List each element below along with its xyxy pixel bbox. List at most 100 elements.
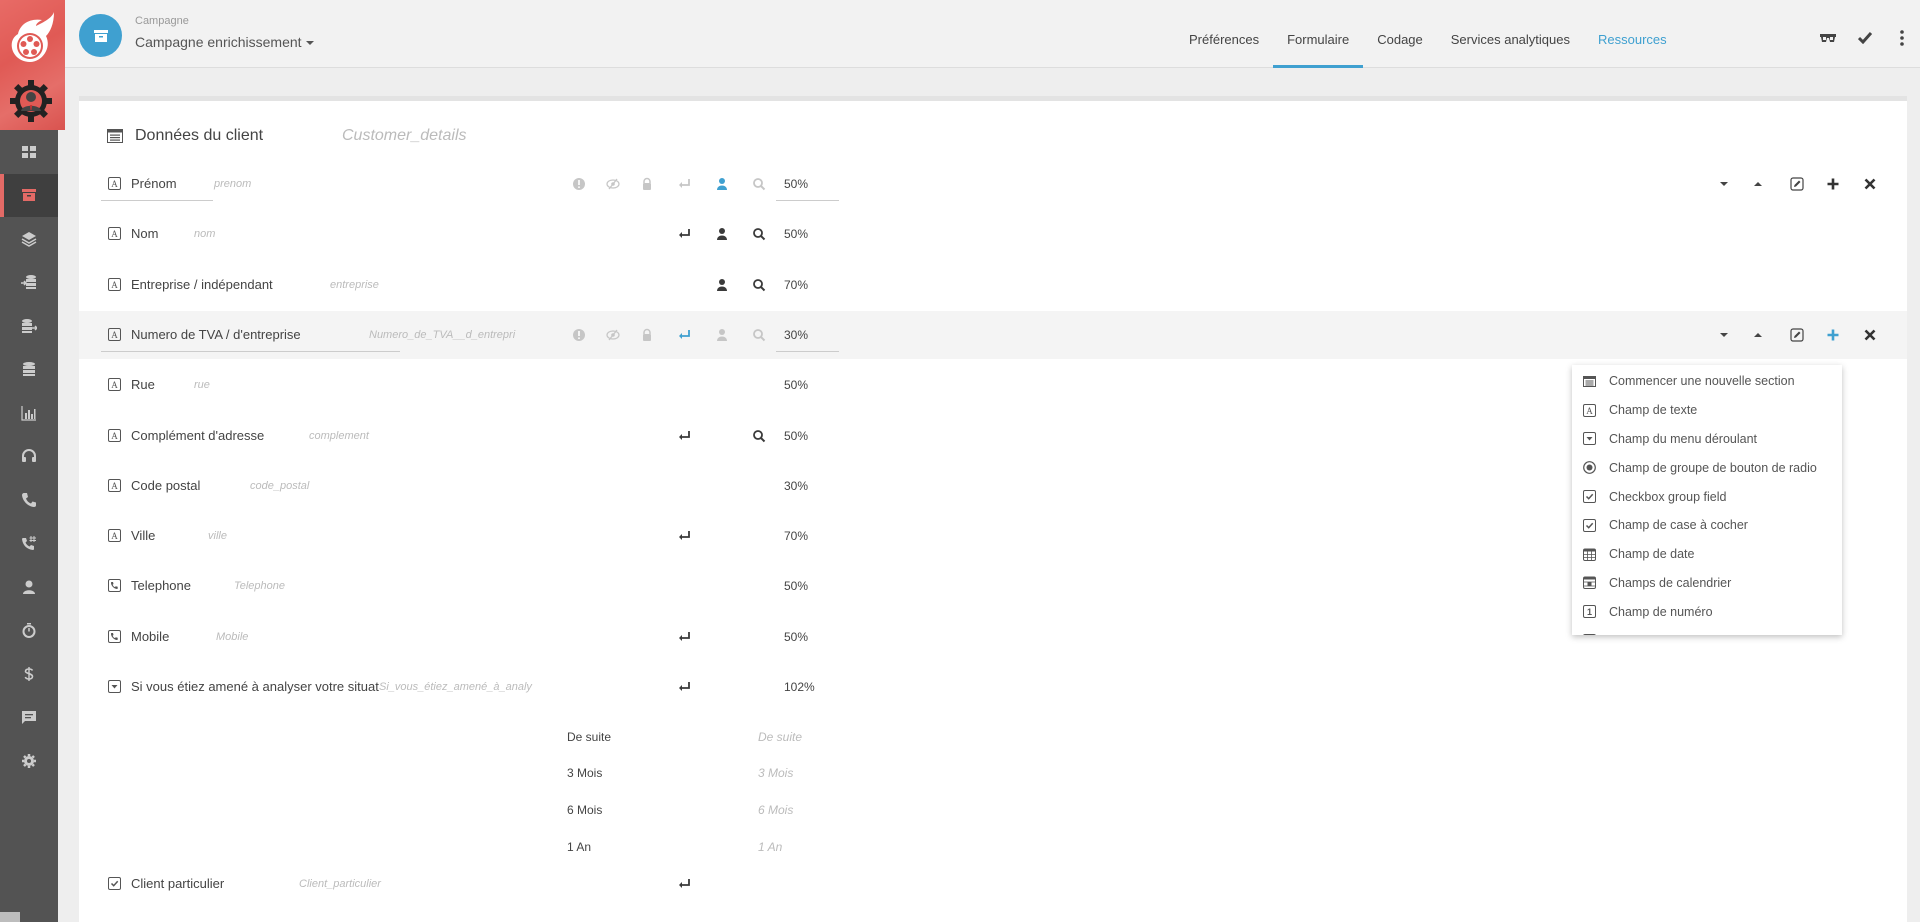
sidebar-item-support[interactable] bbox=[0, 435, 58, 479]
move-down-button[interactable] bbox=[1716, 327, 1732, 343]
field-row[interactable]: Si vous étiez amené à analyser votre sit… bbox=[79, 663, 1907, 711]
field-width[interactable]: 30% bbox=[784, 328, 808, 342]
menu-item[interactable]: 1 Champ de numéro bbox=[1572, 597, 1842, 626]
move-up-button[interactable] bbox=[1750, 176, 1766, 192]
more-button[interactable] bbox=[1883, 23, 1920, 53]
save-button[interactable] bbox=[1846, 23, 1883, 53]
field-row[interactable]: A Entreprise / indépendant entreprise 70% bbox=[79, 261, 1907, 309]
campaign-selector[interactable]: Campagne enrichissement bbox=[135, 34, 314, 50]
sidebar-item-database[interactable] bbox=[0, 348, 58, 392]
sidebar-item-export[interactable] bbox=[0, 304, 58, 348]
sidebar-item-layers[interactable] bbox=[0, 217, 58, 261]
sidebar-item-dashboard[interactable] bbox=[0, 130, 58, 174]
layers-icon bbox=[21, 231, 37, 247]
menu-item-label: Champ de texte bbox=[1609, 403, 1698, 418]
add-field-button[interactable] bbox=[1825, 327, 1841, 343]
hidden-toggle[interactable] bbox=[606, 177, 620, 191]
newline-icon bbox=[679, 330, 690, 339]
search-toggle[interactable] bbox=[752, 328, 766, 342]
tab-coding[interactable]: Codage bbox=[1363, 0, 1437, 68]
menu-item[interactable]: Champ de groupe de bouton de radio bbox=[1572, 453, 1842, 482]
newline-toggle[interactable] bbox=[677, 680, 691, 694]
field-row[interactable]: A Numero de TVA / d'entreprise Numero_de_T… bbox=[79, 311, 1907, 359]
header-actions bbox=[1809, 0, 1920, 68]
user-toggle[interactable] bbox=[715, 328, 729, 342]
menu-item-label: Commencer une nouvelle section bbox=[1609, 374, 1795, 389]
move-up-button[interactable] bbox=[1750, 327, 1766, 343]
search-toggle[interactable] bbox=[752, 177, 766, 191]
field-row[interactable]: A Nom nom 50% bbox=[79, 210, 1907, 258]
field-width[interactable]: 50% bbox=[784, 177, 808, 191]
newline-toggle[interactable] bbox=[677, 877, 691, 891]
more-vert-icon bbox=[1899, 30, 1904, 46]
sidebar-nav bbox=[0, 130, 58, 783]
menu-item[interactable]: Champs de calendrier bbox=[1572, 569, 1842, 598]
field-row[interactable]: Client particulier Client_particulier bbox=[79, 860, 1907, 908]
tab-form[interactable]: Formulaire bbox=[1273, 0, 1364, 68]
calendar-icon bbox=[1583, 576, 1596, 590]
required-toggle[interactable] bbox=[572, 177, 586, 191]
field-label[interactable]: Prénom bbox=[131, 176, 177, 191]
user-toggle[interactable] bbox=[715, 227, 729, 241]
database-icon bbox=[23, 362, 35, 377]
sidebar-item-users[interactable] bbox=[0, 565, 58, 609]
sidebar-item-campaigns[interactable] bbox=[0, 173, 58, 217]
sidebar-item-import[interactable] bbox=[0, 261, 58, 305]
hidden-toggle[interactable] bbox=[606, 328, 620, 342]
required-toggle[interactable] bbox=[572, 328, 586, 342]
delete-button[interactable] bbox=[1862, 327, 1878, 343]
phone-field-icon bbox=[108, 579, 121, 592]
tab-preferences[interactable]: Préférences bbox=[1175, 0, 1273, 68]
tab-analytics[interactable]: Services analytiques bbox=[1437, 0, 1584, 68]
lock-toggle[interactable] bbox=[640, 177, 654, 191]
newline-toggle[interactable] bbox=[677, 630, 691, 644]
chat-icon bbox=[22, 711, 36, 725]
sidebar-item-calls[interactable] bbox=[0, 478, 58, 522]
menu-item[interactable]: Commencer une nouvelle section bbox=[1572, 367, 1842, 396]
lock-icon bbox=[643, 177, 651, 190]
menu-item[interactable]: Checkbox group field bbox=[1572, 482, 1842, 511]
newline-toggle[interactable] bbox=[677, 227, 691, 241]
sidebar-item-timer[interactable] bbox=[0, 609, 58, 653]
search-toggle[interactable] bbox=[752, 429, 766, 443]
move-down-button[interactable] bbox=[1716, 176, 1732, 192]
menu-item[interactable]: Champ de case à cocher bbox=[1572, 511, 1842, 540]
edit-button[interactable] bbox=[1789, 176, 1805, 192]
sidebar-item-billing[interactable] bbox=[0, 652, 58, 696]
search-toggle[interactable] bbox=[752, 227, 766, 241]
section-header[interactable]: Données du client Customer_details bbox=[107, 127, 467, 145]
section-icon bbox=[1583, 375, 1596, 387]
lock-toggle[interactable] bbox=[640, 328, 654, 342]
text-field-icon: A bbox=[108, 328, 121, 341]
sidebar-item-dialer[interactable] bbox=[0, 522, 58, 566]
field-width: 70% bbox=[784, 529, 809, 543]
sidebar-scrollbar[interactable] bbox=[0, 912, 20, 922]
preview-button[interactable] bbox=[1809, 23, 1846, 53]
menu-item[interactable]: Champ de date bbox=[1572, 540, 1842, 569]
edit-button[interactable] bbox=[1789, 327, 1805, 343]
user-toggle[interactable] bbox=[715, 278, 729, 292]
add-field-button[interactable] bbox=[1825, 176, 1841, 192]
field-label[interactable]: Numero de TVA / d'entreprise bbox=[131, 327, 301, 342]
menu-item[interactable]: Champ du menu déroulant bbox=[1572, 425, 1842, 454]
field-row[interactable]: A Prénom prenom 50% bbox=[79, 160, 1907, 208]
search-toggle[interactable] bbox=[752, 278, 766, 292]
field-label: Ville bbox=[131, 528, 156, 543]
option-key: 6 Mois bbox=[758, 803, 794, 817]
menu-item[interactable]: Champ... bbox=[1572, 626, 1842, 635]
sidebar-item-reports[interactable] bbox=[0, 391, 58, 435]
sidebar-item-settings[interactable] bbox=[0, 739, 58, 783]
caret-down-icon bbox=[305, 41, 314, 46]
user-toggle[interactable] bbox=[715, 177, 729, 191]
newline-toggle[interactable] bbox=[677, 177, 691, 191]
newline-toggle[interactable] bbox=[677, 328, 691, 342]
app-logo[interactable] bbox=[0, 0, 65, 130]
delete-button[interactable] bbox=[1862, 176, 1878, 192]
newline-toggle[interactable] bbox=[677, 429, 691, 443]
sidebar-item-messages[interactable] bbox=[0, 696, 58, 740]
menu-item[interactable]: A Champ de texte bbox=[1572, 396, 1842, 425]
field-key: prenom bbox=[214, 178, 252, 190]
tab-resources[interactable]: Ressources bbox=[1584, 0, 1681, 68]
newline-icon bbox=[679, 632, 690, 641]
newline-toggle[interactable] bbox=[677, 529, 691, 543]
